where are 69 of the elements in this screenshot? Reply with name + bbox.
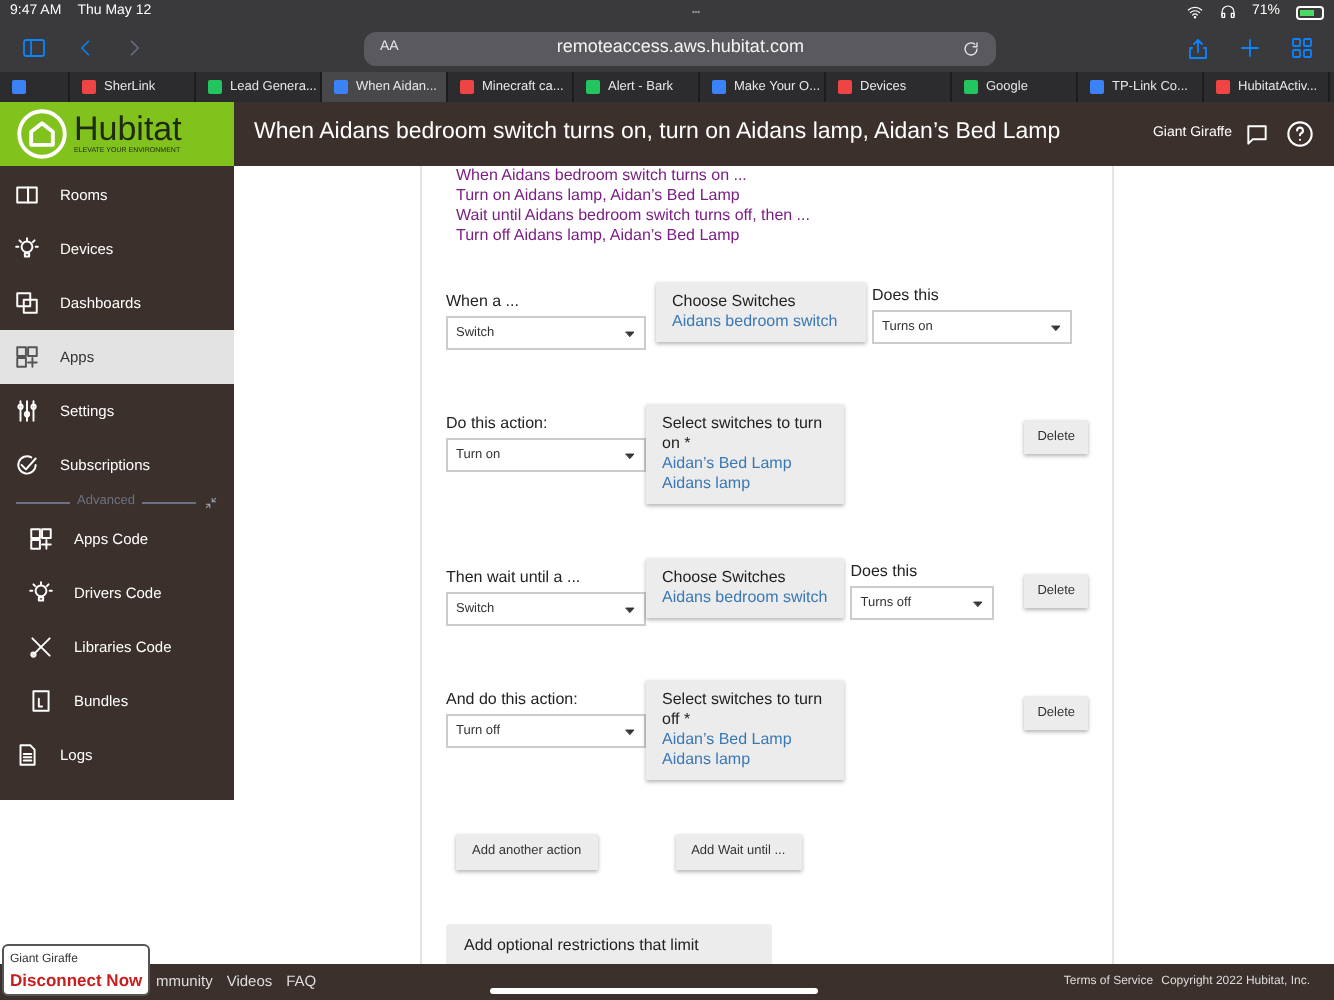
caret-icon <box>624 449 636 461</box>
device-link[interactable]: Aidans bedroom switch <box>662 588 829 608</box>
caret-icon <box>972 597 985 609</box>
summary-line: Wait until Aidans bedroom switch turns off, then ... <box>456 206 812 226</box>
device-picker[interactable]: Choose Switches Aidans bedroom switch <box>656 282 866 342</box>
favicon-icon <box>460 80 474 94</box>
field-label: Then wait until a ... <box>446 566 583 590</box>
chat-icon[interactable] <box>1244 121 1270 147</box>
reload-icon[interactable] <box>962 39 980 57</box>
device-picker[interactable]: Choose Switches Aidans bedroom switch <box>646 558 845 618</box>
apps-grid-icon <box>28 526 54 552</box>
brand-name: Hubitat <box>74 112 182 147</box>
favicon-icon <box>12 80 26 94</box>
device-link[interactable]: Aidans lamp <box>662 474 829 494</box>
caret-icon <box>624 327 636 339</box>
favicon-icon <box>1216 80 1230 94</box>
document-icon <box>28 688 54 714</box>
plus-icon[interactable] <box>1238 36 1262 60</box>
favicon-icon <box>712 80 726 94</box>
device-link[interactable]: Aidan’s Bed Lamp <box>662 454 829 474</box>
picker-title: Choose Switches <box>662 568 788 588</box>
favicon-icon <box>838 80 852 94</box>
favicon-icon <box>964 80 978 94</box>
picker-title: Select switches to turn off * <box>662 690 825 730</box>
apps-grid-icon <box>14 344 40 370</box>
restrictions-button[interactable]: Add optional restrictions that limit <box>446 924 772 964</box>
sliders-icon <box>14 398 40 424</box>
door-icon <box>14 182 40 208</box>
field-label: Does this <box>872 284 941 308</box>
caret-icon <box>624 725 636 737</box>
picker-title: Choose Switches <box>672 292 798 312</box>
field-label: Do this action: <box>446 412 550 436</box>
summary-line: When Aidans bedroom switch turns on ... <box>456 166 749 186</box>
favicon-icon <box>1090 80 1104 94</box>
field-label: And do this action: <box>446 688 580 712</box>
checkmark-circle-icon <box>14 452 40 478</box>
tools-icon <box>28 634 54 660</box>
favicon-icon <box>334 80 348 94</box>
field-label: When a ... <box>446 290 521 314</box>
sidebar-icon[interactable] <box>20 36 48 60</box>
summary-line: Turn on Aidans lamp, Aidan’s Bed Lamp <box>456 186 742 206</box>
field-label: Does this <box>850 560 920 584</box>
share-icon[interactable] <box>1186 35 1210 61</box>
collapse-icon[interactable] <box>204 495 219 509</box>
help-icon[interactable] <box>1286 120 1314 148</box>
url-text: remoteaccess.aws.hubitat.com <box>554 34 806 61</box>
windows-icon <box>14 290 40 316</box>
disconnect-link[interactable]: Disconnect Now <box>10 970 142 990</box>
tabs-grid-icon[interactable] <box>1290 36 1314 60</box>
picker-title: Select switches to turn on * <box>662 414 825 454</box>
lightbulb-icon <box>14 236 40 262</box>
house-icon <box>16 108 68 160</box>
document-icon <box>14 742 40 768</box>
caret-icon <box>624 603 636 615</box>
summary-line: Turn off Aidans lamp, Aidan’s Bed Lamp <box>456 226 742 246</box>
favicon-icon <box>586 80 600 94</box>
device-picker[interactable]: Select switches to turn off * Aidan’s Bed Lamp Aidans lamp <box>646 680 845 780</box>
headphones-icon <box>1219 4 1236 20</box>
battery-icon <box>1296 5 1324 19</box>
device-link[interactable]: Aidans bedroom switch <box>672 312 850 332</box>
page-title: When Aidans bedroom switch turns on, turn on Aidans lamp, Aidan’s Bed Lamp <box>254 118 1063 149</box>
favicon-icon <box>82 80 96 94</box>
lightbulb-icon <box>28 580 54 606</box>
wifi-icon <box>1185 4 1204 20</box>
device-link[interactable]: Aidans lamp <box>662 750 829 770</box>
device-picker[interactable]: Select switches to turn on * Aidan’s Bed Lamp Aidans lamp <box>646 404 845 504</box>
device-link[interactable]: Aidan’s Bed Lamp <box>662 730 829 750</box>
caret-icon <box>1050 321 1062 333</box>
favicon-icon <box>208 80 222 94</box>
